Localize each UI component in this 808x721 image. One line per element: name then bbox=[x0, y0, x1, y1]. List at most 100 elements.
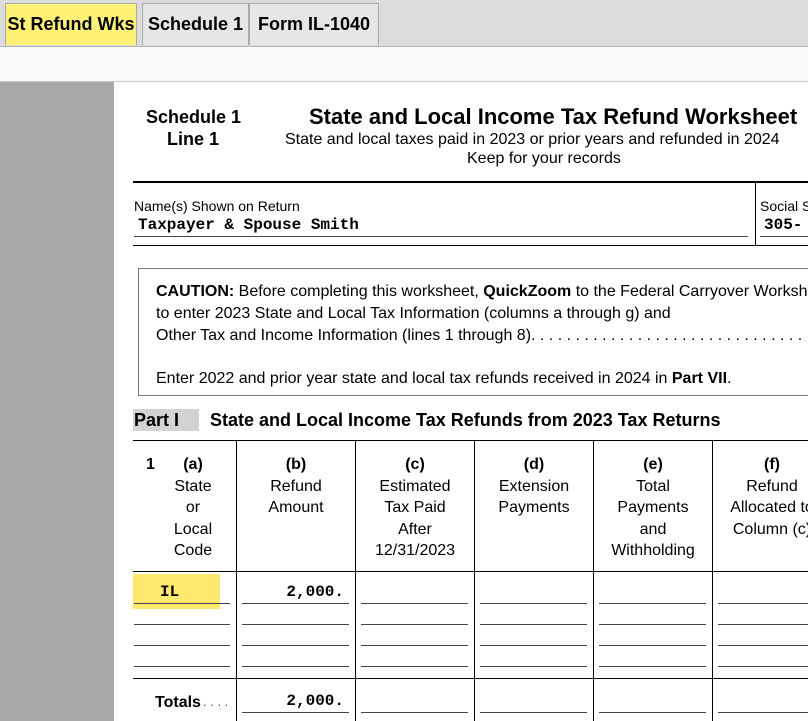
tab-label: St Refund Wks bbox=[7, 14, 135, 34]
name-row-bottom-rule bbox=[133, 245, 808, 246]
caution-box: CAUTION: Before completing this workshee… bbox=[138, 268, 808, 396]
tab-schedule-1[interactable]: Schedule 1 bbox=[142, 3, 249, 45]
part-label: Part I bbox=[134, 410, 180, 430]
column-header-text: Column (c) bbox=[732, 520, 808, 538]
caution-text: to the Federal Carryover Worksheet bbox=[571, 283, 808, 300]
caution-line-2: to enter 2023 State and Local Tax Inform… bbox=[156, 305, 671, 322]
caution-line-4: Enter 2022 and prior year state and loca… bbox=[156, 370, 731, 388]
column-header-b: (b) Refund Amount bbox=[237, 454, 355, 519]
schedule-reference: Schedule 1 bbox=[146, 107, 242, 127]
entry-line bbox=[480, 712, 587, 713]
name-ssn-divider bbox=[755, 182, 756, 246]
entry-line bbox=[480, 603, 587, 604]
caution-text: . bbox=[727, 370, 732, 387]
column-letter: (f) bbox=[764, 456, 780, 473]
caution-text: Enter 2022 and prior year state and loca… bbox=[156, 370, 672, 387]
column-header-e: (e) Total Payments and Withholding bbox=[594, 454, 712, 562]
part-title: State and Local Income Tax Refunds from … bbox=[210, 410, 721, 430]
entry-line bbox=[718, 645, 808, 646]
entry-line bbox=[134, 603, 230, 604]
column-header-text: Total bbox=[636, 477, 670, 495]
totals-label: Totals bbox=[155, 694, 201, 711]
entry-line bbox=[242, 624, 349, 625]
state-code-field[interactable]: IL bbox=[160, 583, 179, 601]
column-header-text: Amount bbox=[268, 499, 324, 516]
entry-line bbox=[361, 712, 468, 713]
column-header-text: Refund bbox=[746, 477, 798, 495]
column-header-text: Payments bbox=[617, 499, 689, 516]
entry-line bbox=[242, 645, 349, 646]
tab-label: Schedule 1 bbox=[147, 14, 244, 34]
page-title: State and Local Income Tax Refund Worksh… bbox=[309, 104, 798, 129]
totals-dot-leader: . . . . bbox=[203, 694, 229, 709]
column-letter: (a) bbox=[183, 456, 203, 473]
entry-line bbox=[361, 603, 468, 604]
entry-line bbox=[361, 645, 468, 646]
header-rule bbox=[133, 181, 808, 183]
left-gutter bbox=[0, 82, 114, 721]
name-field[interactable]: Taxpayer & Spouse Smith bbox=[138, 216, 359, 234]
entry-line bbox=[361, 624, 468, 625]
column-header-text: After bbox=[398, 520, 432, 538]
name-field-underline bbox=[134, 236, 748, 237]
column-header-f: (f) Refund Allocated to Column (c) bbox=[713, 454, 808, 540]
ssn-label: Social Security Number bbox=[760, 198, 808, 214]
column-header-text: Extension bbox=[498, 477, 570, 495]
form-tab-bar: St Refund Wks Schedule 1 Form IL-1040 bbox=[0, 0, 808, 47]
entry-line bbox=[599, 603, 706, 604]
column-letter: (e) bbox=[643, 456, 663, 473]
entry-line bbox=[242, 666, 349, 667]
entry-line bbox=[242, 712, 349, 713]
keep-note: Keep for your records bbox=[467, 150, 621, 167]
table-totals-rule bbox=[133, 678, 808, 679]
page-subtitle: State and local taxes paid in 2023 or pr… bbox=[285, 131, 780, 148]
column-header-a: (a) State or Local Code bbox=[134, 454, 252, 562]
column-header-text: Tax Paid bbox=[384, 499, 446, 516]
tab-form-il-1040[interactable]: Form IL-1040 bbox=[249, 3, 379, 45]
entry-line bbox=[480, 624, 587, 625]
quickzoom-link[interactable]: QuickZoom bbox=[483, 283, 571, 300]
entry-line bbox=[134, 666, 230, 667]
name-label: Name(s) Shown on Return bbox=[134, 198, 300, 214]
column-header-text: and bbox=[639, 520, 667, 538]
entry-line bbox=[718, 712, 808, 713]
entry-line bbox=[480, 645, 587, 646]
refund-amount-field[interactable]: 2,000. bbox=[264, 583, 344, 601]
entry-line bbox=[599, 712, 706, 713]
entry-line bbox=[480, 666, 587, 667]
table-top-rule bbox=[133, 440, 808, 441]
column-header-text: Allocated to bbox=[730, 499, 808, 516]
entry-line bbox=[599, 645, 706, 646]
totals-refund-amount: 2,000. bbox=[286, 692, 344, 710]
toolbar-strip bbox=[0, 47, 808, 82]
caution-line-1: CAUTION: Before completing this workshee… bbox=[156, 283, 808, 301]
column-header-text: Estimated bbox=[379, 477, 451, 495]
column-header-text: Refund bbox=[270, 477, 322, 495]
column-header-text: or bbox=[185, 499, 201, 516]
entry-line bbox=[134, 624, 230, 625]
worksheet-page: Schedule 1 Line 1 State and Local Income… bbox=[114, 82, 808, 721]
column-header-text: State bbox=[174, 477, 212, 495]
caution-text: Before completing this worksheet, bbox=[234, 283, 484, 300]
tab-label: Form IL-1040 bbox=[257, 14, 371, 34]
column-letter: (b) bbox=[285, 456, 307, 473]
entry-line bbox=[242, 603, 349, 604]
column-header-c: (c) Estimated Tax Paid After 12/31/2023 bbox=[356, 454, 474, 562]
tab-st-refund-wks[interactable]: St Refund Wks bbox=[5, 3, 137, 45]
column-letter: (c) bbox=[405, 456, 425, 473]
entry-line bbox=[361, 666, 468, 667]
part-vii-reference: Part VII bbox=[671, 370, 728, 387]
column-header-text: 12/31/2023 bbox=[374, 542, 456, 559]
entry-line bbox=[718, 603, 808, 604]
column-header-text: Withholding bbox=[611, 542, 695, 559]
table-header-rule bbox=[133, 571, 808, 572]
entry-line bbox=[718, 624, 808, 625]
column-header-d: (d) Extension Payments bbox=[475, 454, 593, 519]
column-letter: (d) bbox=[523, 456, 545, 473]
entry-line bbox=[599, 666, 706, 667]
line-reference: Line 1 bbox=[167, 129, 220, 149]
ssn-field-underline bbox=[760, 236, 808, 237]
entry-line bbox=[599, 624, 706, 625]
column-header-text: Code bbox=[173, 542, 213, 559]
ssn-field[interactable]: 305- bbox=[764, 216, 802, 234]
